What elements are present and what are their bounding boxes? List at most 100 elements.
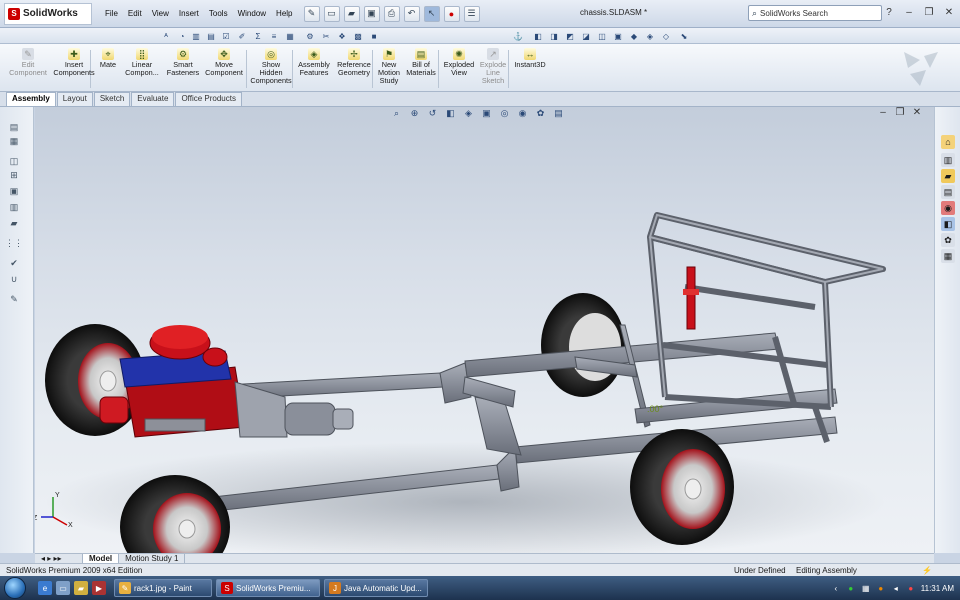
rear-right-wheel[interactable] xyxy=(630,429,734,545)
folder-icon[interactable]: ▰ xyxy=(8,217,20,229)
tab-motion-study[interactable]: Motion Study 1 xyxy=(119,553,186,564)
instant3d-button[interactable]: ↔ Instant3D xyxy=(512,48,548,69)
update-icon[interactable]: ● xyxy=(906,583,916,593)
search-input[interactable]: ⌕ SolidWorks Search xyxy=(748,5,882,21)
stop-icon[interactable]: ■ xyxy=(368,30,380,42)
gear-icon[interactable]: ⚙ xyxy=(304,30,316,42)
show-desktop-icon[interactable]: ▭ xyxy=(56,581,70,595)
taskbar-solidworks[interactable]: S SolidWorks Premiu... xyxy=(216,579,320,597)
menu-insert[interactable]: Insert xyxy=(174,7,204,20)
chassis-assembly-model[interactable]: .00° Y X Z xyxy=(35,107,934,553)
restore-icon[interactable]: ❐ xyxy=(922,5,936,19)
sketch-icon[interactable]: ✐ xyxy=(236,30,248,42)
design-library-icon[interactable]: ▰ xyxy=(941,169,955,183)
view-dimetric-icon[interactable]: ◇ xyxy=(660,30,672,42)
dimxpert-icon[interactable]: ⊞ xyxy=(8,169,20,181)
smart-fasteners-button[interactable]: ⚙ Smart Fasteners xyxy=(166,48,200,77)
volume-icon[interactable]: ◂ xyxy=(891,583,901,593)
menu-view[interactable]: View xyxy=(147,7,174,20)
tab-assembly[interactable]: Assembly xyxy=(6,92,56,106)
steering-shock[interactable] xyxy=(683,266,699,330)
file-explorer-icon[interactable]: ▤ xyxy=(941,185,955,199)
open-folder-icon[interactable]: ▰ xyxy=(343,5,360,22)
security-icon[interactable]: ● xyxy=(846,583,856,593)
solidworks-logo[interactable]: S SolidWorks xyxy=(4,2,92,25)
print-icon[interactable]: ⎙ xyxy=(383,5,400,22)
bom-button[interactable]: ▤ Bill of Materials xyxy=(404,48,438,77)
property-manager-icon[interactable]: ▦ xyxy=(8,135,20,147)
rear-left-wheel[interactable] xyxy=(541,293,625,397)
taskbar-paint[interactable]: ✎ rack1.jpg - Paint xyxy=(114,579,212,597)
mass-props-icon[interactable]: ▥ xyxy=(190,30,202,42)
spell-check-icon[interactable]: ᴬ xyxy=(160,30,172,42)
tray-expand-icon[interactable]: ‹ xyxy=(831,583,841,593)
move-component-button[interactable]: ✥ Move Component xyxy=(204,48,244,77)
menu-help[interactable]: Help xyxy=(271,7,297,20)
help-icon[interactable]: ? xyxy=(882,5,896,19)
menu-window[interactable]: Window xyxy=(233,7,271,20)
lightning-icon[interactable]: ⚡ xyxy=(922,566,932,575)
home-icon[interactable]: ⌂ xyxy=(941,135,955,149)
tab-model[interactable]: Model xyxy=(83,553,120,564)
mate-button[interactable]: ⌖ Mate xyxy=(98,48,118,69)
custom-properties-icon[interactable]: ▦ xyxy=(941,249,955,263)
equation-icon[interactable]: ≡ xyxy=(268,30,280,42)
select-arrow-icon[interactable]: ↖ xyxy=(423,5,440,22)
start-button[interactable] xyxy=(4,577,26,599)
chart-icon[interactable]: ▩ xyxy=(352,30,364,42)
clock[interactable]: 11:31 AM xyxy=(921,584,954,593)
view-right-icon[interactable]: ◪ xyxy=(580,30,592,42)
explorer-icon[interactable]: ▰ xyxy=(74,581,88,595)
options-icon[interactable]: ☰ xyxy=(463,5,480,22)
insert-components-button[interactable]: ✚ Insert Components xyxy=(52,48,96,77)
search-results-icon[interactable]: ◉ xyxy=(941,201,955,215)
display-manager-icon[interactable]: ▣ xyxy=(8,185,20,197)
close-icon[interactable]: ✕ xyxy=(942,5,956,19)
layer-manager-icon[interactable]: ▥ xyxy=(8,201,20,213)
tab-evaluate[interactable]: Evaluate xyxy=(131,92,175,106)
grid-icon[interactable]: ⋮⋮ xyxy=(5,237,23,249)
view-back-icon[interactable]: ◨ xyxy=(548,30,560,42)
motion-study-button[interactable]: ⚑ New Motion Study xyxy=(376,48,402,85)
media-player-icon[interactable]: ▶ xyxy=(92,581,106,595)
taskbar-java[interactable]: J Java Automatic Upd... xyxy=(324,579,428,597)
layer-icon[interactable]: ▦ xyxy=(284,30,296,42)
sum-icon[interactable]: Σ xyxy=(252,30,264,42)
tab-sketch[interactable]: Sketch xyxy=(93,92,131,106)
undo-icon[interactable]: ↶ xyxy=(403,5,420,22)
rebuild-icon[interactable]: ● xyxy=(443,5,460,22)
anchor-icon[interactable]: ⚓ xyxy=(512,30,524,42)
save-icon[interactable]: ▣ xyxy=(363,5,380,22)
view-bottom-icon[interactable]: ▣ xyxy=(612,30,624,42)
show-hidden-button[interactable]: ◎ Show Hidden Components xyxy=(250,48,292,85)
java-tray-icon[interactable]: ● xyxy=(876,583,886,593)
measure-icon[interactable]: ◔ xyxy=(176,30,188,42)
menu-tools[interactable]: Tools xyxy=(204,7,233,20)
scroll-arrows-icon[interactable]: ◂ ▸ ▸▸ xyxy=(35,553,83,564)
view-left-icon[interactable]: ◩ xyxy=(564,30,576,42)
feature-tree-icon[interactable]: ▤ xyxy=(8,121,20,133)
minimize-icon[interactable]: – xyxy=(902,5,916,19)
scissors-icon[interactable]: ✂ xyxy=(320,30,332,42)
resources-icon[interactable]: ▥ xyxy=(941,153,955,167)
network-icon[interactable]: ▦ xyxy=(861,583,871,593)
explode-line-button[interactable]: ↗ Explode Line Sketch xyxy=(478,48,508,85)
check-icon[interactable]: ☑ xyxy=(220,30,232,42)
check-mark-icon[interactable]: ✔ xyxy=(8,257,20,269)
section-icon[interactable]: ▤ xyxy=(205,30,217,42)
pin-icon[interactable]: ✎ xyxy=(303,5,320,22)
view-top-icon[interactable]: ◫ xyxy=(596,30,608,42)
linear-pattern-button[interactable]: ⣿ Linear Compon... xyxy=(122,48,162,77)
menu-edit[interactable]: Edit xyxy=(123,7,147,20)
reference-geometry-button[interactable]: ✢ Reference Geometry xyxy=(334,48,374,77)
view-front-icon[interactable]: ◧ xyxy=(532,30,544,42)
magnet-icon[interactable]: ∪ xyxy=(8,273,20,285)
wrench-icon[interactable]: ✎ xyxy=(8,293,20,305)
view-palette-icon[interactable]: ◧ xyxy=(941,217,955,231)
tab-office-products[interactable]: Office Products xyxy=(175,92,242,106)
exploded-view-button[interactable]: ✺ Exploded View xyxy=(442,48,476,77)
normal-to-icon[interactable]: ⬊ xyxy=(678,30,690,42)
view-iso-icon[interactable]: ◆ xyxy=(628,30,640,42)
view-trimetric-icon[interactable]: ◈ xyxy=(644,30,656,42)
appearances-icon[interactable]: ✿ xyxy=(941,233,955,247)
